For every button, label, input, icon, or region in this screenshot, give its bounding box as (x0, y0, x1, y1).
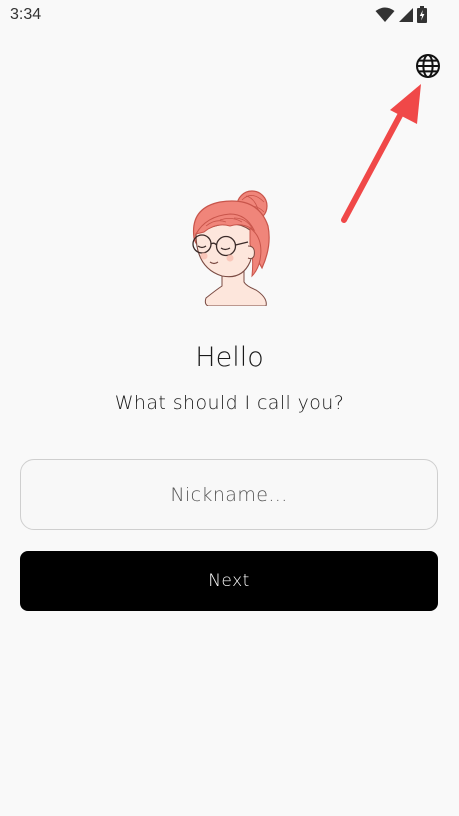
status-icons (375, 6, 427, 23)
greeting-heading: Hello (195, 342, 264, 373)
wifi-icon (375, 7, 395, 23)
cell-signal-icon (399, 7, 413, 23)
nickname-input[interactable] (20, 459, 438, 530)
status-bar: 3:34 (0, 0, 459, 32)
avatar (186, 186, 278, 307)
status-time: 3:34 (10, 6, 42, 23)
nickname-prompt: What should I call you? (114, 392, 345, 414)
globe-icon (416, 54, 440, 78)
battery-charging-icon (417, 6, 427, 23)
next-button[interactable]: Next (20, 551, 438, 611)
girl-avatar-illustration (192, 190, 270, 307)
language-button[interactable] (414, 52, 442, 80)
